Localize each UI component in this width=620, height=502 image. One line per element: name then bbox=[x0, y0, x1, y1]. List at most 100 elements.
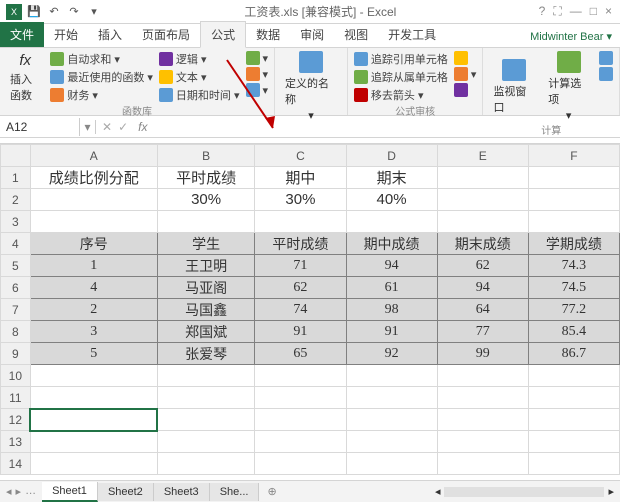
tab-home[interactable]: 开始 bbox=[44, 22, 88, 47]
cell[interactable] bbox=[346, 453, 437, 475]
help-icon[interactable]: ? bbox=[539, 4, 546, 19]
sheet-nav-more-icon[interactable]: … bbox=[25, 485, 36, 498]
row-header[interactable]: 13 bbox=[1, 431, 31, 453]
cell[interactable] bbox=[437, 387, 528, 409]
cell[interactable]: 2 bbox=[30, 299, 157, 321]
hscroll-right-icon[interactable]: ▸ bbox=[608, 485, 614, 498]
select-all-corner[interactable] bbox=[1, 145, 31, 167]
sheet-tab-3[interactable]: Sheet3 bbox=[154, 483, 210, 501]
cell[interactable]: 序号 bbox=[30, 233, 157, 255]
col-header-A[interactable]: A bbox=[30, 145, 157, 167]
cell[interactable] bbox=[30, 211, 157, 233]
cell[interactable]: 74.5 bbox=[528, 277, 619, 299]
text-button[interactable]: 文本 ▾ bbox=[159, 69, 240, 85]
qat-dropdown-icon[interactable]: ▾ bbox=[86, 4, 102, 20]
row-header[interactable]: 14 bbox=[1, 453, 31, 475]
cell[interactable] bbox=[157, 409, 255, 431]
cell[interactable] bbox=[157, 453, 255, 475]
enter-formula-icon[interactable]: ✓ bbox=[118, 120, 128, 134]
cell[interactable] bbox=[255, 453, 346, 475]
cell[interactable]: 期中 bbox=[255, 167, 346, 189]
tab-file[interactable]: 文件 bbox=[0, 22, 44, 47]
row-header[interactable]: 2 bbox=[1, 189, 31, 211]
sheet-tab-1[interactable]: Sheet1 bbox=[42, 482, 98, 502]
tab-developer[interactable]: 开发工具 bbox=[378, 22, 446, 47]
redo-icon[interactable]: ↷ bbox=[66, 4, 82, 20]
cell[interactable]: 1 bbox=[30, 255, 157, 277]
worksheet-grid[interactable]: A B C D E F 1 成绩比例分配 平时成绩 期中 期末 2 30% 30… bbox=[0, 144, 620, 475]
cell[interactable] bbox=[255, 365, 346, 387]
defined-names-button[interactable]: 定义的名称 ▾ bbox=[281, 51, 341, 122]
hscroll-left-icon[interactable]: ◂ bbox=[435, 485, 441, 498]
tab-insert[interactable]: 插入 bbox=[88, 22, 132, 47]
financial-button[interactable]: 财务 ▾ bbox=[50, 87, 153, 103]
cell-selected[interactable] bbox=[30, 409, 157, 431]
cell[interactable]: 77 bbox=[437, 321, 528, 343]
trace-dependents-button[interactable]: 追踪从属单元格 bbox=[354, 69, 448, 85]
cell[interactable] bbox=[157, 365, 255, 387]
sheet-nav-last-icon[interactable]: ▸ bbox=[16, 485, 22, 498]
cell[interactable] bbox=[437, 409, 528, 431]
cell[interactable]: 65 bbox=[255, 343, 346, 365]
row-header[interactable]: 12 bbox=[1, 409, 31, 431]
col-header-F[interactable]: F bbox=[528, 145, 619, 167]
row-header[interactable]: 1 bbox=[1, 167, 31, 189]
col-header-B[interactable]: B bbox=[157, 145, 255, 167]
cell[interactable] bbox=[528, 365, 619, 387]
cell[interactable]: 94 bbox=[346, 255, 437, 277]
math-button[interactable]: ▾ bbox=[246, 67, 269, 81]
user-account[interactable]: Midwinter Bear ▾ bbox=[522, 26, 620, 47]
new-sheet-icon[interactable]: ⊕ bbox=[259, 485, 284, 498]
cell[interactable]: 74.3 bbox=[528, 255, 619, 277]
cell[interactable] bbox=[528, 189, 619, 211]
cell[interactable]: 62 bbox=[255, 277, 346, 299]
cell[interactable] bbox=[437, 365, 528, 387]
cell[interactable]: 77.2 bbox=[528, 299, 619, 321]
cell[interactable] bbox=[157, 431, 255, 453]
minimize-icon[interactable]: — bbox=[570, 4, 582, 19]
watch-window-button[interactable]: 监视窗口 bbox=[489, 51, 538, 122]
tab-data[interactable]: 数据 bbox=[246, 22, 290, 47]
cell[interactable]: 30% bbox=[157, 189, 255, 211]
row-header[interactable]: 10 bbox=[1, 365, 31, 387]
calculation-options-button[interactable]: 计算选项 ▾ bbox=[544, 51, 593, 122]
cell[interactable] bbox=[528, 453, 619, 475]
cell[interactable]: 成绩比例分配 bbox=[30, 167, 157, 189]
cell[interactable] bbox=[255, 211, 346, 233]
cell[interactable] bbox=[30, 431, 157, 453]
cell[interactable]: 张爱琴 bbox=[157, 343, 255, 365]
row-header[interactable]: 6 bbox=[1, 277, 31, 299]
cell[interactable]: 64 bbox=[437, 299, 528, 321]
cell[interactable] bbox=[30, 365, 157, 387]
calculate-sheet-button[interactable] bbox=[599, 67, 613, 81]
cell[interactable]: 平时成绩 bbox=[255, 233, 346, 255]
cell[interactable] bbox=[346, 365, 437, 387]
save-icon[interactable]: 💾 bbox=[26, 4, 42, 20]
cell[interactable] bbox=[528, 211, 619, 233]
cell[interactable] bbox=[157, 387, 255, 409]
cell[interactable] bbox=[346, 387, 437, 409]
lookup-button[interactable]: ▾ bbox=[246, 51, 269, 65]
cell[interactable]: 86.7 bbox=[528, 343, 619, 365]
calculate-now-button[interactable] bbox=[599, 51, 613, 65]
row-header[interactable]: 8 bbox=[1, 321, 31, 343]
cell[interactable]: 平时成绩 bbox=[157, 167, 255, 189]
remove-arrows-button[interactable]: 移去箭头 ▾ bbox=[354, 87, 448, 103]
cell[interactable]: 62 bbox=[437, 255, 528, 277]
cell[interactable]: 91 bbox=[346, 321, 437, 343]
tab-review[interactable]: 审阅 bbox=[290, 22, 334, 47]
cell[interactable]: 期末成绩 bbox=[437, 233, 528, 255]
cell[interactable]: 99 bbox=[437, 343, 528, 365]
cell[interactable] bbox=[528, 409, 619, 431]
cell[interactable] bbox=[528, 387, 619, 409]
more-functions-button[interactable]: ▾ bbox=[246, 83, 269, 97]
cell[interactable] bbox=[346, 211, 437, 233]
cell[interactable]: 30% bbox=[255, 189, 346, 211]
cell[interactable] bbox=[255, 431, 346, 453]
cell[interactable] bbox=[255, 387, 346, 409]
cell[interactable]: 期中成绩 bbox=[346, 233, 437, 255]
cell[interactable]: 王卫明 bbox=[157, 255, 255, 277]
cell[interactable]: 期末 bbox=[346, 167, 437, 189]
col-header-D[interactable]: D bbox=[346, 145, 437, 167]
row-header[interactable]: 5 bbox=[1, 255, 31, 277]
